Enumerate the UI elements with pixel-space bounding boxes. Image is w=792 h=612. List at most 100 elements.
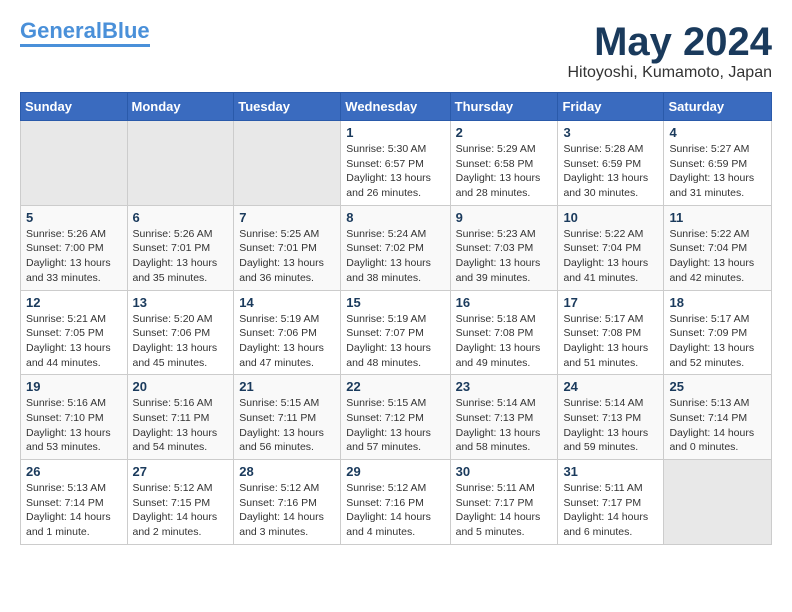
day-info: Sunrise: 5:16 AM Sunset: 7:10 PM Dayligh… [26, 396, 122, 455]
calendar-cell: 24Sunrise: 5:14 AM Sunset: 7:13 PM Dayli… [558, 375, 664, 460]
day-number: 6 [133, 210, 229, 225]
calendar-cell: 26Sunrise: 5:13 AM Sunset: 7:14 PM Dayli… [21, 460, 128, 545]
day-info: Sunrise: 5:23 AM Sunset: 7:03 PM Dayligh… [456, 227, 553, 286]
day-number: 17 [563, 295, 658, 310]
day-info: Sunrise: 5:25 AM Sunset: 7:01 PM Dayligh… [239, 227, 335, 286]
calendar-cell: 8 Sunrise: 5:24 AM Sunset: 7:02 PM Daylig… [341, 205, 450, 290]
page-header: GeneralBlue May 2024 Hitoyoshi, Kumamoto… [20, 20, 772, 82]
header-sunday: Sunday [21, 93, 128, 121]
calendar-cell [127, 121, 234, 206]
day-number: 27 [133, 464, 229, 479]
header-friday: Friday [558, 93, 664, 121]
calendar-cell: 15Sunrise: 5:19 AM Sunset: 7:07 PM Dayli… [341, 290, 450, 375]
day-info: Sunrise: 5:30 AM Sunset: 6:57 PM Dayligh… [346, 142, 444, 201]
day-number: 2 [456, 125, 553, 140]
day-number: 26 [26, 464, 122, 479]
calendar-cell: 29 Sunrise: 5:12 AM Sunset: 7:16 PM Dayli… [341, 460, 450, 545]
day-info: Sunrise: 5:17 AM Sunset: 7:08 PM Dayligh… [563, 312, 658, 371]
day-number: 18 [669, 295, 766, 310]
day-number: 29 [346, 464, 444, 479]
calendar-cell: 16 Sunrise: 5:18 AM Sunset: 7:08 PM Dayli… [450, 290, 558, 375]
calendar-cell: 13Sunrise: 5:20 AM Sunset: 7:06 PM Dayli… [127, 290, 234, 375]
calendar-week-row: 19 Sunrise: 5:16 AM Sunset: 7:10 PM Dayli… [21, 375, 772, 460]
day-info: Sunrise: 5:22 AM Sunset: 7:04 PM Dayligh… [669, 227, 766, 286]
day-number: 8 [346, 210, 444, 225]
day-number: 1 [346, 125, 444, 140]
day-info: Sunrise: 5:21 AM Sunset: 7:05 PM Dayligh… [26, 312, 122, 371]
day-info: Sunrise: 5:16 AM Sunset: 7:11 PM Dayligh… [133, 396, 229, 455]
day-number: 30 [456, 464, 553, 479]
logo-text: GeneralBlue [20, 20, 150, 42]
calendar-cell: 12 Sunrise: 5:21 AM Sunset: 7:05 PM Dayli… [21, 290, 128, 375]
calendar-cell: 28 Sunrise: 5:12 AM Sunset: 7:16 PM Dayli… [234, 460, 341, 545]
calendar-header-row: Sunday Monday Tuesday Wednesday Thursday… [21, 93, 772, 121]
day-info: Sunrise: 5:11 AM Sunset: 7:17 PM Dayligh… [456, 481, 553, 540]
calendar-week-row: 5Sunrise: 5:26 AM Sunset: 7:00 PM Daylig… [21, 205, 772, 290]
calendar-cell [234, 121, 341, 206]
day-info: Sunrise: 5:19 AM Sunset: 7:06 PM Dayligh… [239, 312, 335, 371]
calendar-table: Sunday Monday Tuesday Wednesday Thursday… [20, 92, 772, 545]
header-wednesday: Wednesday [341, 93, 450, 121]
calendar-cell: 18 Sunrise: 5:17 AM Sunset: 7:09 PM Dayli… [664, 290, 772, 375]
calendar-cell: 2Sunrise: 5:29 AM Sunset: 6:58 PM Daylig… [450, 121, 558, 206]
calendar-cell: 4 Sunrise: 5:27 AM Sunset: 6:59 PM Daylig… [664, 121, 772, 206]
day-info: Sunrise: 5:24 AM Sunset: 7:02 PM Dayligh… [346, 227, 444, 286]
header-saturday: Saturday [664, 93, 772, 121]
calendar-cell: 27 Sunrise: 5:12 AM Sunset: 7:15 PM Dayli… [127, 460, 234, 545]
calendar-week-row: 12 Sunrise: 5:21 AM Sunset: 7:05 PM Dayli… [21, 290, 772, 375]
day-number: 31 [563, 464, 658, 479]
calendar-cell: 10Sunrise: 5:22 AM Sunset: 7:04 PM Dayli… [558, 205, 664, 290]
day-number: 28 [239, 464, 335, 479]
day-info: Sunrise: 5:13 AM Sunset: 7:14 PM Dayligh… [669, 396, 766, 455]
day-number: 20 [133, 379, 229, 394]
day-number: 9 [456, 210, 553, 225]
calendar-cell: 23Sunrise: 5:14 AM Sunset: 7:13 PM Dayli… [450, 375, 558, 460]
calendar-week-row: 1 Sunrise: 5:30 AM Sunset: 6:57 PM Daylig… [21, 121, 772, 206]
calendar-cell: 11 Sunrise: 5:22 AM Sunset: 7:04 PM Dayli… [664, 205, 772, 290]
day-info: Sunrise: 5:17 AM Sunset: 7:09 PM Dayligh… [669, 312, 766, 371]
calendar-week-row: 26Sunrise: 5:13 AM Sunset: 7:14 PM Dayli… [21, 460, 772, 545]
header-monday: Monday [127, 93, 234, 121]
day-number: 21 [239, 379, 335, 394]
day-info: Sunrise: 5:12 AM Sunset: 7:15 PM Dayligh… [133, 481, 229, 540]
calendar-cell [664, 460, 772, 545]
day-info: Sunrise: 5:14 AM Sunset: 7:13 PM Dayligh… [563, 396, 658, 455]
day-info: Sunrise: 5:26 AM Sunset: 7:00 PM Dayligh… [26, 227, 122, 286]
day-info: Sunrise: 5:22 AM Sunset: 7:04 PM Dayligh… [563, 227, 658, 286]
day-info: Sunrise: 5:12 AM Sunset: 7:16 PM Dayligh… [239, 481, 335, 540]
header-tuesday: Tuesday [234, 93, 341, 121]
day-number: 11 [669, 210, 766, 225]
day-number: 25 [669, 379, 766, 394]
header-thursday: Thursday [450, 93, 558, 121]
day-info: Sunrise: 5:15 AM Sunset: 7:12 PM Dayligh… [346, 396, 444, 455]
day-number: 7 [239, 210, 335, 225]
day-number: 3 [563, 125, 658, 140]
calendar-cell: 20 Sunrise: 5:16 AM Sunset: 7:11 PM Dayli… [127, 375, 234, 460]
day-info: Sunrise: 5:15 AM Sunset: 7:11 PM Dayligh… [239, 396, 335, 455]
calendar-cell: 5Sunrise: 5:26 AM Sunset: 7:00 PM Daylig… [21, 205, 128, 290]
calendar-cell: 3 Sunrise: 5:28 AM Sunset: 6:59 PM Daylig… [558, 121, 664, 206]
day-number: 13 [133, 295, 229, 310]
day-number: 14 [239, 295, 335, 310]
day-number: 4 [669, 125, 766, 140]
location: Hitoyoshi, Kumamoto, Japan [567, 64, 772, 82]
calendar-cell: 21 Sunrise: 5:15 AM Sunset: 7:11 PM Dayli… [234, 375, 341, 460]
calendar-cell [21, 121, 128, 206]
title-area: May 2024 Hitoyoshi, Kumamoto, Japan [567, 20, 772, 82]
day-number: 15 [346, 295, 444, 310]
day-info: Sunrise: 5:12 AM Sunset: 7:16 PM Dayligh… [346, 481, 444, 540]
day-info: Sunrise: 5:18 AM Sunset: 7:08 PM Dayligh… [456, 312, 553, 371]
day-info: Sunrise: 5:27 AM Sunset: 6:59 PM Dayligh… [669, 142, 766, 201]
calendar-cell: 9 Sunrise: 5:23 AM Sunset: 7:03 PM Daylig… [450, 205, 558, 290]
logo-blue: Blue [102, 18, 150, 43]
day-info: Sunrise: 5:28 AM Sunset: 6:59 PM Dayligh… [563, 142, 658, 201]
calendar-cell: 19 Sunrise: 5:16 AM Sunset: 7:10 PM Dayli… [21, 375, 128, 460]
day-number: 16 [456, 295, 553, 310]
calendar-cell: 31Sunrise: 5:11 AM Sunset: 7:17 PM Dayli… [558, 460, 664, 545]
day-number: 19 [26, 379, 122, 394]
calendar-cell: 25 Sunrise: 5:13 AM Sunset: 7:14 PM Dayli… [664, 375, 772, 460]
day-number: 12 [26, 295, 122, 310]
logo-underline [20, 44, 150, 47]
day-info: Sunrise: 5:26 AM Sunset: 7:01 PM Dayligh… [133, 227, 229, 286]
calendar-cell: 30 Sunrise: 5:11 AM Sunset: 7:17 PM Dayli… [450, 460, 558, 545]
